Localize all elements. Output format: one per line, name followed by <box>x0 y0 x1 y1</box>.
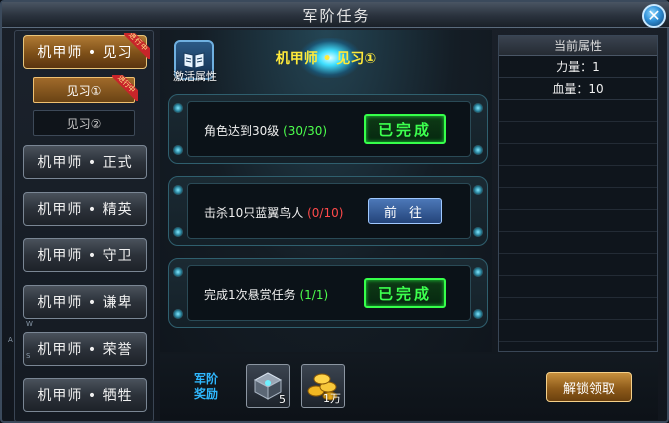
window-title: 军阶任务 <box>302 7 371 25</box>
task-row: 角色达到30级 (30/30) 已完成 <box>168 94 488 164</box>
task-progress: (1/1) <box>299 288 329 302</box>
rivet-icon <box>473 185 483 195</box>
rivet-icon <box>173 267 183 277</box>
attribute-strength: 力量：1 <box>499 56 657 78</box>
current-attributes-panel: 当前属性 力量：1 血量：10 <box>498 35 658 352</box>
task-panel: 激活属性 机甲师 • 见习① 角色达到30级 (30/30) 已完成 击杀10只… <box>160 30 492 352</box>
task-text: 完成1次悬赏任务 <box>204 288 296 302</box>
current-stage-title: 机甲师 • 见习① <box>275 51 377 67</box>
sub-item-label: 见习① <box>66 83 102 98</box>
task-text: 击杀10只蓝翼鸟人 <box>204 206 304 220</box>
tier-tab-guard[interactable]: 机甲师 • 守卫 <box>23 238 147 272</box>
rivet-icon <box>473 145 483 155</box>
task-inner-frame: 击杀10只蓝翼鸟人 (0/10) 前 往 <box>187 183 471 239</box>
task-description: 角色达到30级 (30/30) <box>204 122 327 139</box>
task-description: 击杀10只蓝翼鸟人 (0/10) <box>204 204 343 221</box>
attribute-empty-row <box>499 232 657 254</box>
tier-tab-elite[interactable]: 机甲师 • 精英 <box>23 192 147 226</box>
rivet-icon <box>473 227 483 237</box>
rivet-icon <box>473 103 483 113</box>
title-bar: 军阶任务 ✕ <box>2 2 669 28</box>
tier-tab-regular[interactable]: 机甲师 • 正式 <box>23 145 147 179</box>
sub-item-trainee-1[interactable]: 见习① 进行中 <box>33 75 138 103</box>
task-description: 完成1次悬赏任务 (1/1) <box>204 286 328 303</box>
tier-label: 机甲师 • 见习 <box>37 45 133 61</box>
tier-label: 机甲师 • 守卫 <box>37 248 133 264</box>
attribute-empty-row <box>499 144 657 166</box>
goto-button[interactable]: 前 往 <box>368 198 442 224</box>
unlock-claim-button[interactable]: 解锁领取 <box>546 372 632 402</box>
attribute-empty-row <box>499 254 657 276</box>
task-row: 击杀10只蓝翼鸟人 (0/10) 前 往 <box>168 176 488 246</box>
reward-item-crate[interactable]: 5 <box>246 364 290 408</box>
activate-attribute-label: 激活属性 <box>173 70 217 83</box>
tier-tab-sacrifice[interactable]: 机甲师 • 牺牲 <box>23 378 147 412</box>
task-inner-frame: 角色达到30级 (30/30) 已完成 <box>187 101 471 157</box>
attribute-empty-row <box>499 100 657 122</box>
rewards-bar: 军阶 奖励 5 1万 解锁领取 <box>160 354 658 420</box>
task-row: 完成1次悬赏任务 (1/1) 已完成 <box>168 258 488 328</box>
hotkey-s-label: S <box>26 352 31 360</box>
attribute-empty-row <box>499 166 657 188</box>
rewards-label: 军阶 奖励 <box>193 372 218 401</box>
tier-label: 机甲师 • 精英 <box>37 202 133 218</box>
close-button[interactable]: ✕ <box>642 4 666 28</box>
close-icon: ✕ <box>647 6 661 25</box>
attribute-empty-row <box>499 298 657 320</box>
sub-item-trainee-2[interactable]: 见习② <box>33 110 135 136</box>
attribute-empty-row <box>499 188 657 210</box>
rivet-icon <box>173 227 183 237</box>
book-icon <box>183 52 205 69</box>
attribute-empty-row <box>499 210 657 232</box>
attributes-header: 当前属性 <box>499 36 657 56</box>
tier-label: 机甲师 • 牺牲 <box>37 388 133 404</box>
task-inner-frame: 完成1次悬赏任务 (1/1) 已完成 <box>187 265 471 321</box>
sub-item-label: 见习② <box>66 116 102 131</box>
in-progress-ribbon: 进行中 <box>112 75 138 101</box>
tier-label: 机甲师 • 正式 <box>37 155 133 171</box>
attribute-empty-row <box>499 276 657 298</box>
rivet-icon <box>473 267 483 277</box>
hotkey-w-label: W <box>26 320 33 328</box>
task-text: 角色达到30级 <box>204 124 280 138</box>
item-count: 5 <box>279 393 286 406</box>
reward-item-gold[interactable]: 1万 <box>301 364 345 408</box>
in-progress-ribbon: 进行中 <box>124 33 150 59</box>
attribute-empty-row <box>499 122 657 144</box>
tier-sidebar: 机甲师 • 见习 进行中 见习① 进行中 见习② 机甲师 • 正式 机甲师 • … <box>14 30 154 422</box>
completed-badge: 已完成 <box>364 114 446 144</box>
rivet-icon <box>473 309 483 319</box>
item-count: 1万 <box>323 392 341 405</box>
rivet-icon <box>173 145 183 155</box>
tier-tab-humble[interactable]: 机甲师 • 谦卑 <box>23 285 147 319</box>
tier-label: 机甲师 • 荣誉 <box>37 342 133 358</box>
rivet-icon <box>173 185 183 195</box>
tier-label: 机甲师 • 谦卑 <box>37 295 133 311</box>
rank-quest-window: 军阶任务 ✕ 机甲师 • 见习 进行中 见习① 进行中 见习② 机甲师 • 正式… <box>0 0 669 423</box>
hotkey-a-label: A <box>8 336 13 344</box>
rivet-icon <box>173 103 183 113</box>
attribute-hp: 血量：10 <box>499 78 657 100</box>
task-progress: (30/30) <box>283 124 328 138</box>
attribute-empty-row <box>499 320 657 342</box>
tier-tab-trainee[interactable]: 机甲师 • 见习 进行中 <box>23 33 150 69</box>
tier-tab-honor[interactable]: 机甲师 • 荣誉 <box>23 332 147 366</box>
task-progress: (0/10) <box>307 206 344 220</box>
rivet-icon <box>173 309 183 319</box>
completed-badge: 已完成 <box>364 278 446 308</box>
